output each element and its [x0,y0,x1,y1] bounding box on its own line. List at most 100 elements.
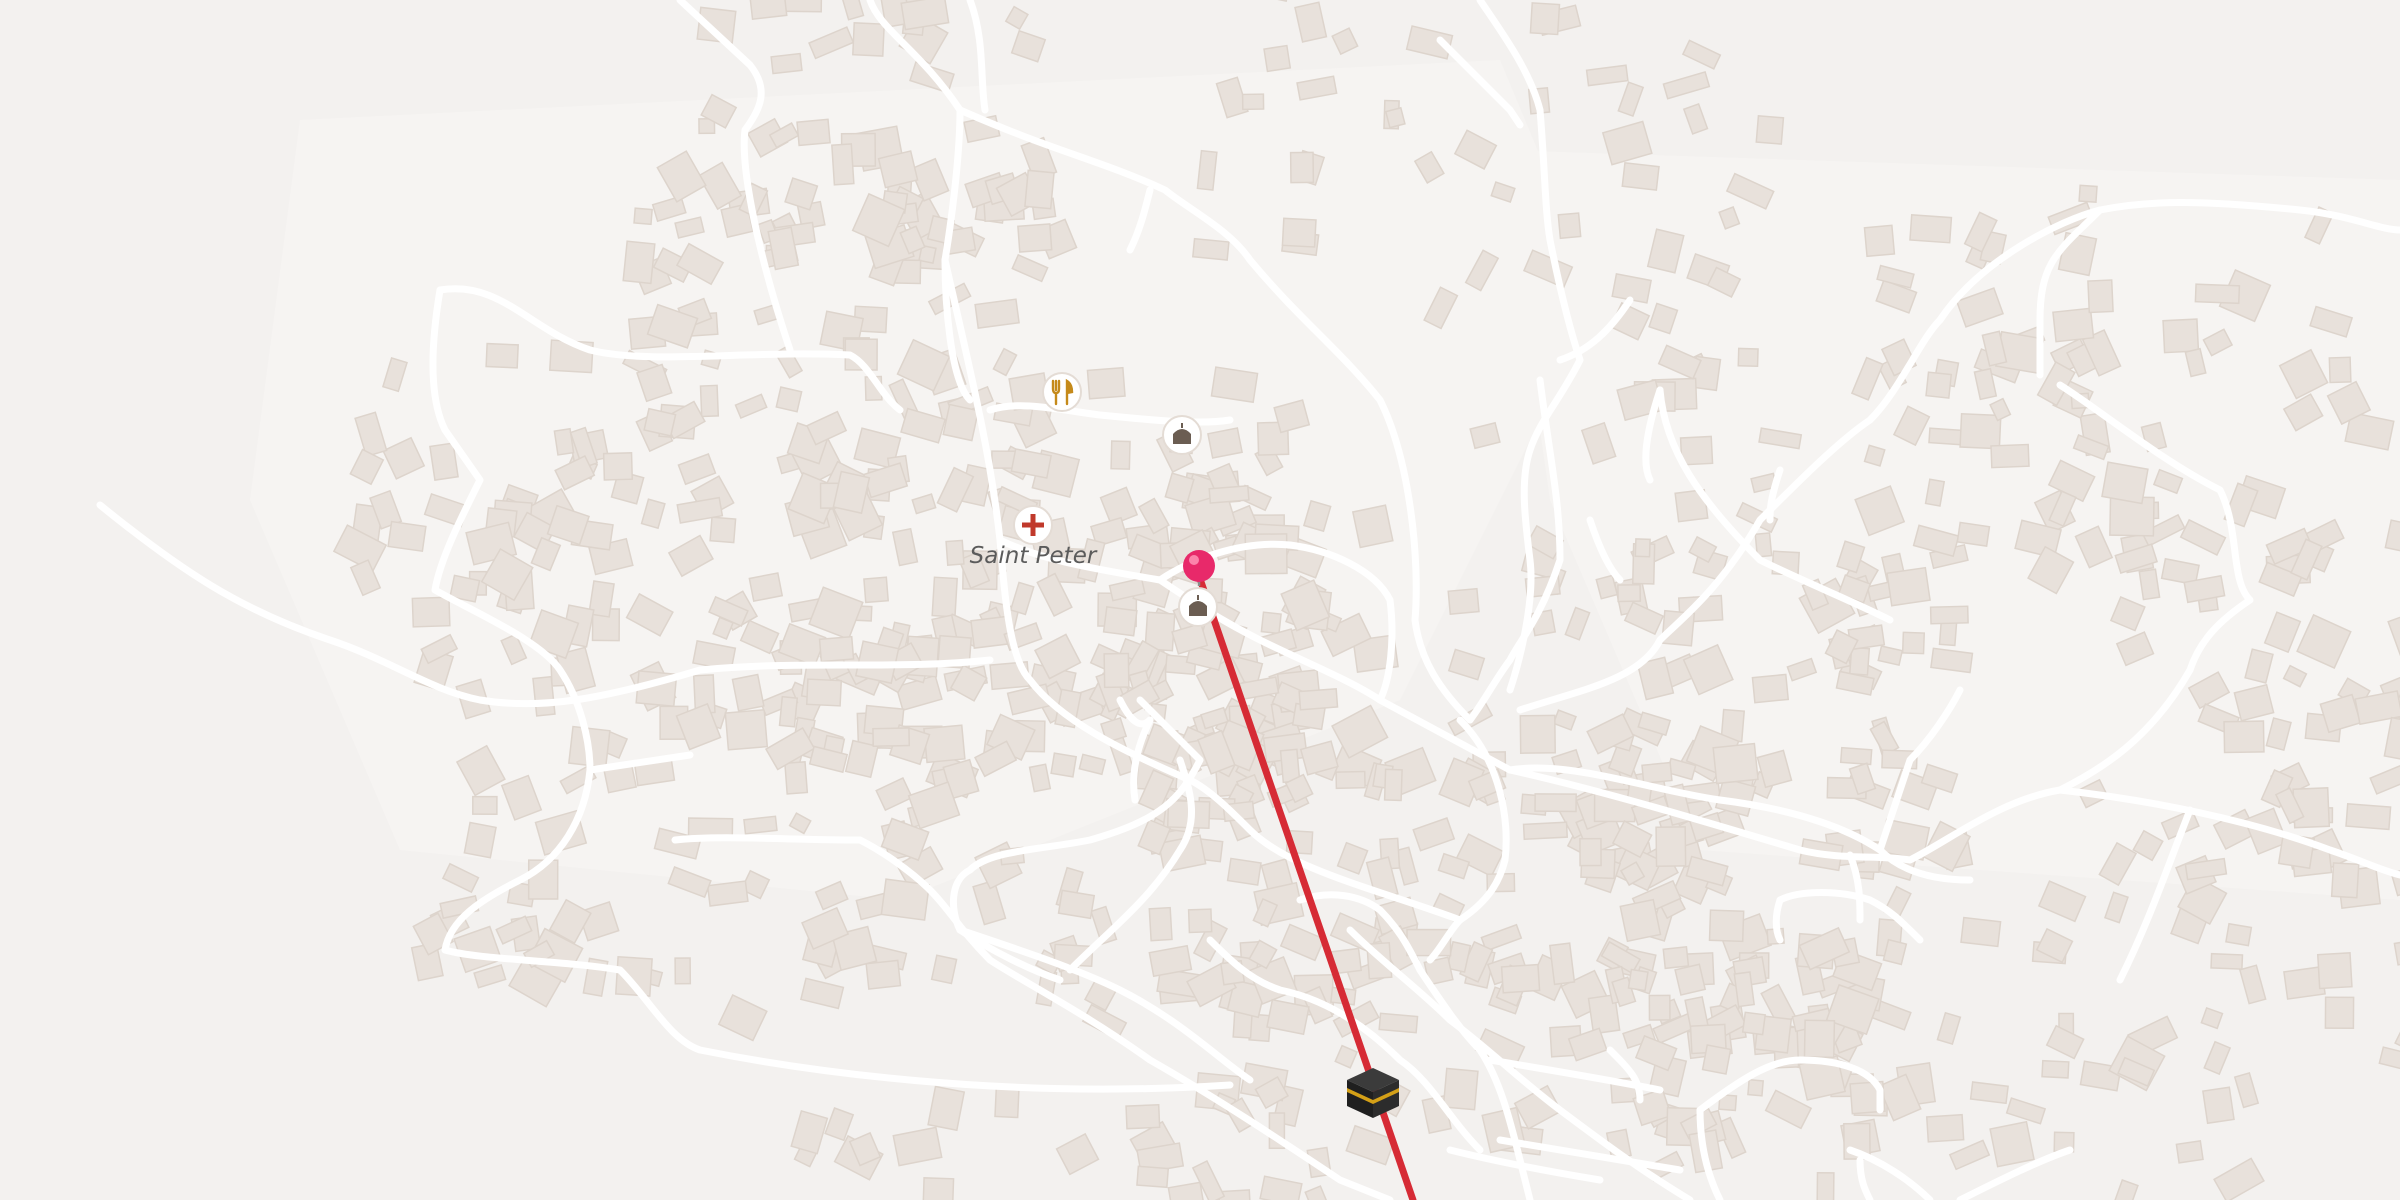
building [747,0,788,21]
building [1548,942,1576,986]
building [930,954,958,985]
building [2328,356,2352,384]
building [2175,1140,2204,1164]
building [1641,761,1673,785]
building [1529,2,1561,36]
building [1839,746,1873,766]
restaurant-icon[interactable] [1042,372,1082,412]
building [1557,212,1582,240]
building [877,150,919,189]
building [1281,217,1317,248]
building [1522,821,1569,841]
building [818,635,855,663]
building [1263,44,1292,73]
building [1050,752,1078,778]
building [1102,606,1138,637]
building [1930,647,1974,674]
building [1057,889,1096,920]
building [1191,237,1230,261]
building [472,795,498,815]
map-canvas[interactable]: Saint Peter [0,0,2400,1200]
building [411,596,451,628]
building [1384,106,1406,129]
building [1708,909,1745,943]
building [1655,826,1687,868]
building [1110,440,1131,470]
building [1519,714,1556,754]
building [1383,768,1403,802]
building [796,118,831,147]
building [674,957,692,985]
building [2210,952,2244,970]
building [1882,938,1908,966]
building [748,572,784,603]
building [1208,484,1250,504]
building [1244,533,1288,575]
building [931,576,959,618]
building [775,386,803,413]
building [731,673,765,712]
building [927,1085,966,1132]
building [865,959,902,990]
building [699,384,720,418]
building [1634,538,1651,558]
building [1298,688,1339,711]
building [2138,568,2161,601]
building [532,675,556,717]
building [2041,1059,2070,1079]
building [633,207,653,226]
building [1662,946,1690,970]
building [1241,93,1265,111]
mosque-icon[interactable] [1162,415,1202,455]
building [1737,347,1759,368]
building [2330,862,2360,899]
building [778,695,799,728]
mosque-icon[interactable] [1178,587,1218,627]
building [2223,720,2265,754]
building [2162,318,2200,354]
building [1534,793,1577,813]
building [1960,916,2002,948]
building [1959,412,2002,450]
building [2194,283,2241,305]
road [1772,896,1784,944]
building [1925,371,1953,399]
building [2345,802,2392,831]
building [1086,366,1126,400]
building [1886,566,1931,607]
building [1103,652,1130,689]
building [1863,224,1896,258]
building [622,240,656,285]
building [1136,1165,1170,1189]
building [1621,162,1660,191]
building [872,727,911,748]
building [1816,1171,1835,1200]
building [1378,1012,1419,1034]
building [1701,1044,1732,1075]
building [2324,996,2355,1030]
building [1674,963,1707,996]
building [1148,906,1173,942]
building [1210,366,1259,404]
building [463,821,497,859]
building [1260,611,1282,635]
building [2087,279,2114,314]
building [1969,1081,2009,1105]
place-label-saint-peter[interactable]: Saint Peter [970,543,1098,569]
building [2202,1086,2235,1125]
building [602,452,634,481]
building [1909,214,1953,244]
building [1617,583,1642,603]
building [2078,184,2098,203]
building [1442,1067,1479,1111]
building [852,22,885,57]
building [1289,151,1315,184]
building [1351,504,1394,549]
building [1619,898,1662,943]
building [1335,770,1366,790]
building [1648,994,1671,1021]
building [1741,1011,1767,1036]
building [1017,223,1053,253]
building [784,760,809,795]
hospital-icon[interactable] [1013,505,1053,545]
